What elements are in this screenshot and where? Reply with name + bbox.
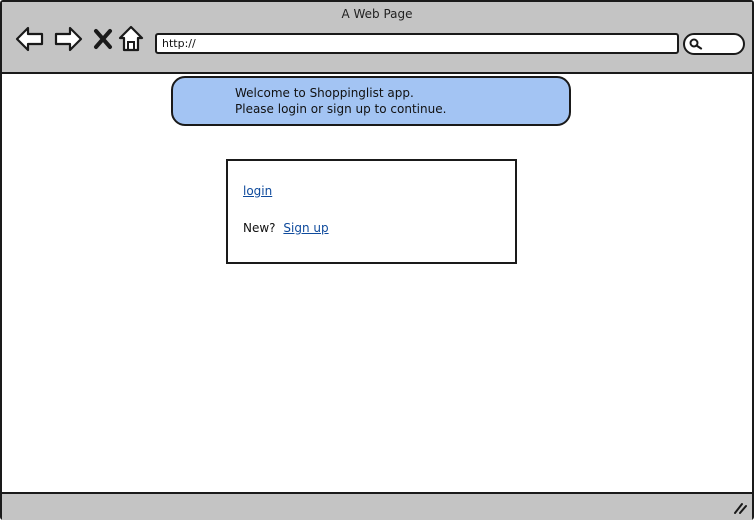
new-user-prompt: New? <box>243 221 276 235</box>
signup-row: New? Sign up <box>243 221 329 235</box>
status-bar <box>2 492 752 520</box>
resize-grip-icon[interactable] <box>733 502 747 514</box>
browser-window: A Web Page http:// Welcome to Shoppingli… <box>0 0 754 520</box>
auth-panel: login New? Sign up <box>226 159 517 264</box>
forward-arrow-icon[interactable] <box>53 24 83 54</box>
window-title: A Web Page <box>341 7 413 21</box>
back-arrow-icon[interactable] <box>15 24 45 54</box>
login-link[interactable]: login <box>243 184 272 198</box>
welcome-banner: Welcome to Shoppinglist app. Please logi… <box>171 76 571 126</box>
home-icon[interactable] <box>116 24 146 54</box>
welcome-text: Welcome to Shoppinglist app. <box>235 86 414 100</box>
address-bar[interactable]: http:// <box>155 33 679 54</box>
search-field[interactable] <box>683 33 745 55</box>
instruction-text: Please login or sign up to continue. <box>235 102 447 116</box>
signup-link[interactable]: Sign up <box>283 221 328 235</box>
close-x-icon[interactable] <box>88 24 118 54</box>
browser-toolbar: A Web Page http:// <box>2 2 752 74</box>
search-icon <box>689 38 703 50</box>
